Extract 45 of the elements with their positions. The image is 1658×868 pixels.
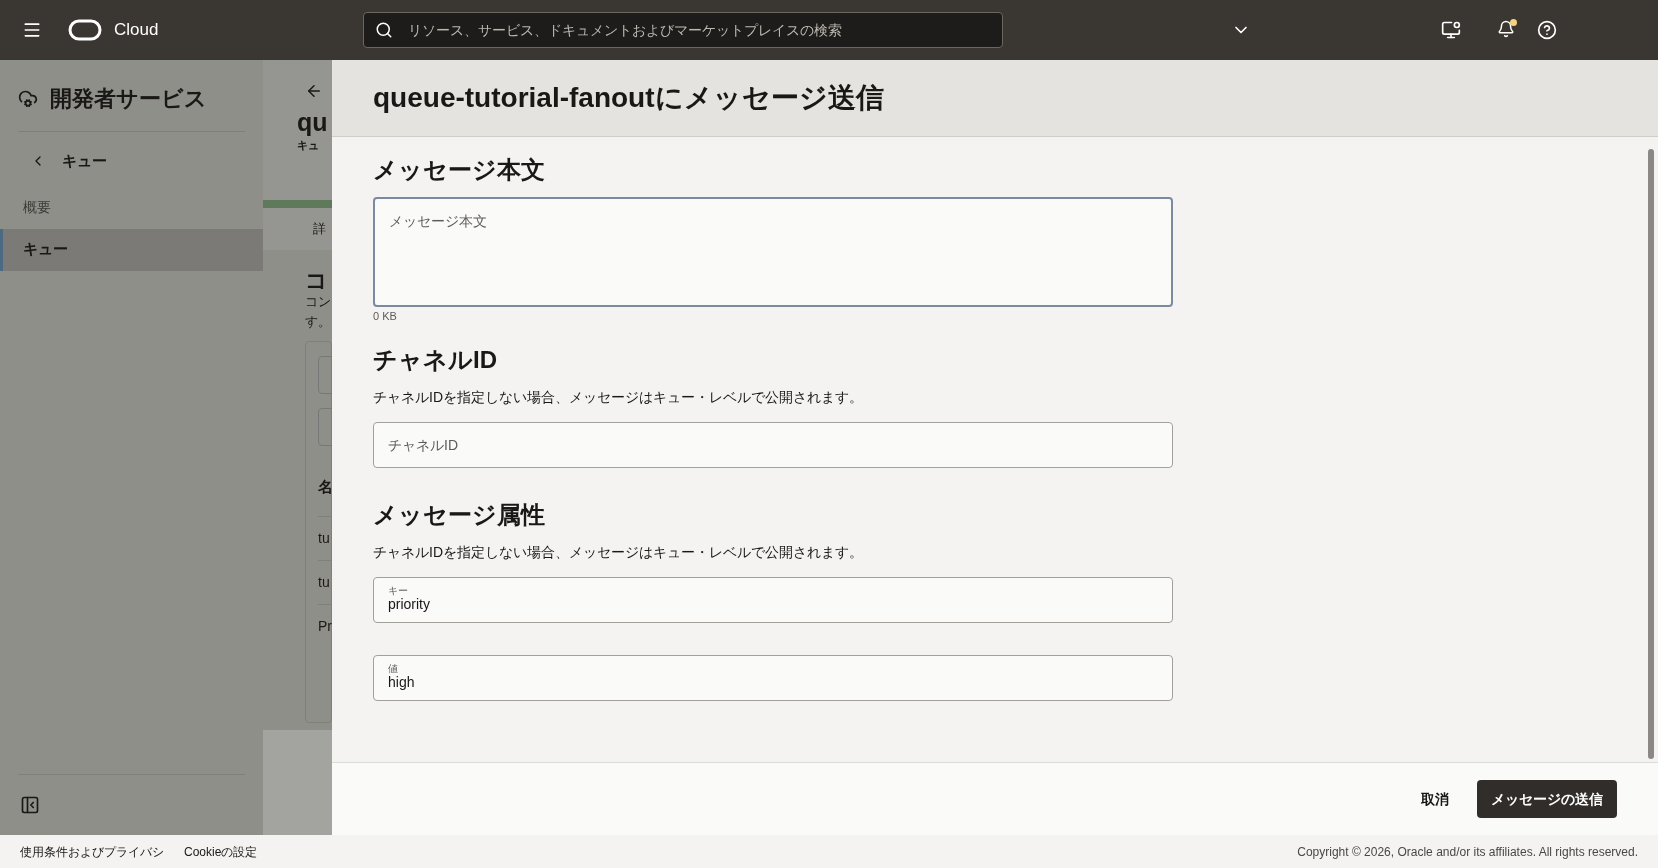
- sidebar-item[interactable]: キュー: [0, 228, 263, 271]
- page-subtitle: キュ: [297, 138, 320, 153]
- help-icon[interactable]: [1537, 20, 1558, 40]
- attribute-field[interactable]: キー priority: [373, 576, 1173, 623]
- scrollbar[interactable]: [1648, 149, 1654, 759]
- section-description: チャネルIDを指定しない場合、メッセージはキュー・レベルで公開されます。: [373, 387, 864, 407]
- attribute-field[interactable]: 値 high: [373, 654, 1173, 701]
- footer-link[interactable]: Cookieの設定: [184, 842, 258, 861]
- field-label: キー: [388, 585, 409, 596]
- banner-strip: [263, 200, 332, 208]
- cancel-button[interactable]: 取消: [1405, 780, 1465, 818]
- search-icon: [375, 21, 394, 39]
- copyright-text: Copyright © 2026, Oracle and/or its affiliates. All rights reserved.: [1297, 843, 1638, 861]
- message-body-field[interactable]: メッセージ本文: [373, 197, 1173, 307]
- cloud-icon: [18, 88, 38, 109]
- footer-link[interactable]: 使用条件およびプライバシ: [20, 842, 164, 861]
- sidebar-title: 開発者サービス: [50, 85, 207, 113]
- drawer-title: queue-tutorial-fanoutにメッセージ送信: [373, 81, 884, 115]
- section-heading: メッセージ本文: [373, 155, 546, 185]
- send-message-button[interactable]: メッセージの送信: [1477, 780, 1617, 818]
- back-link[interactable]: キュー: [30, 150, 107, 173]
- description-text: す。: [305, 312, 332, 331]
- field-value: high: [388, 673, 416, 692]
- bell-icon[interactable]: [1497, 20, 1518, 40]
- table-cell: tu: [318, 516, 331, 560]
- search-field[interactable]: リソース、サービス、ドキュメントおよびマーケットプレイスの検索: [363, 12, 1004, 48]
- column-header: 名: [318, 477, 331, 497]
- logo-icon: [68, 19, 102, 41]
- description-text: コン: [305, 293, 332, 311]
- section-description: チャネルIDを指定しない場合、メッセージはキュー・レベルで公開されます。: [373, 542, 864, 562]
- monitor-code-icon[interactable]: [1441, 20, 1462, 40]
- field-label: 値: [388, 663, 399, 674]
- size-counter: 0 KB: [373, 309, 398, 324]
- table-cell: tu: [318, 560, 331, 604]
- section-heading: チャネルID: [373, 344, 498, 375]
- sidebar-item[interactable]: 概要: [0, 186, 263, 229]
- tab[interactable]: 詳: [313, 219, 326, 239]
- collapse-sidebar-icon[interactable]: [20, 795, 40, 815]
- channel-id-field[interactable]: チャネルID: [373, 421, 1173, 468]
- section-title: コ: [305, 270, 329, 292]
- section-heading: メッセージ属性: [373, 499, 546, 530]
- field-value: priority: [388, 595, 431, 614]
- page-heading: qu: [297, 110, 328, 135]
- brand-name: Cloud: [114, 19, 159, 42]
- table-cell: Pr: [318, 604, 331, 648]
